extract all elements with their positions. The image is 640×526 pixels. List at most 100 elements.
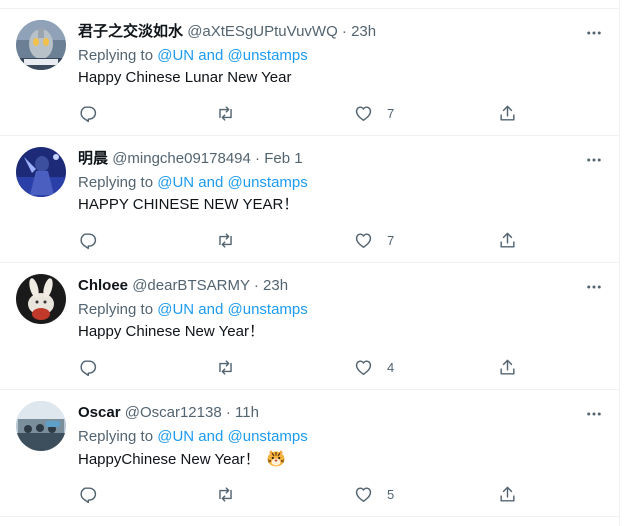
- avatar[interactable]: [16, 147, 66, 197]
- share-button[interactable]: [498, 228, 517, 252]
- tweet-header: 明晨 @mingche09178494 · Feb 1: [78, 149, 570, 169]
- mention-link[interactable]: @unstamps: [228, 428, 308, 445]
- timestamp[interactable]: 23h: [351, 23, 376, 40]
- reply-button[interactable]: [78, 355, 97, 379]
- reply-context: Replying to @UN and @unstamps: [78, 46, 308, 66]
- reply-icon: [80, 486, 97, 503]
- mention-link[interactable]: @unstamps: [228, 301, 308, 318]
- tweet-item[interactable]: Chloee @dearBTSARMY · 23h Replying to @U…: [0, 263, 620, 390]
- more-options-button[interactable]: [582, 402, 606, 426]
- display-name[interactable]: 明晨: [78, 150, 108, 167]
- reply-context: Replying to @UN and @unstamps: [78, 300, 308, 320]
- tweet-item[interactable]: Oscar @Oscar12138 · 11h Replying to @UN …: [0, 390, 620, 517]
- user-handle[interactable]: @aXtESgUPtuVuvWQ: [187, 23, 338, 40]
- retweet-icon: [219, 359, 232, 375]
- action-bar: 7: [78, 101, 538, 125]
- mention-and: and: [198, 174, 224, 191]
- separator-dot: ·: [225, 404, 231, 421]
- more-icon: [587, 31, 601, 35]
- separator-dot: ·: [341, 23, 347, 40]
- tweet-text: Happy Chinese New Year！: [78, 323, 264, 340]
- reply-prefix: Replying to: [78, 47, 154, 64]
- tiger-face-emoji-icon: [267, 450, 285, 467]
- mention-link[interactable]: @UN: [157, 174, 194, 191]
- like-count: 7: [387, 232, 395, 248]
- more-options-button[interactable]: [582, 148, 606, 172]
- mention-link[interactable]: @UN: [157, 47, 194, 64]
- like-button[interactable]: 4: [354, 355, 394, 379]
- share-button[interactable]: [498, 355, 517, 379]
- tweet-text: HAPPY CHINESE NEW YEAR！: [78, 196, 299, 213]
- tweet-text: Happy Chinese Lunar New Year: [78, 69, 292, 86]
- display-name[interactable]: Chloee: [78, 277, 128, 294]
- share-icon: [500, 486, 515, 502]
- display-name[interactable]: Oscar: [78, 404, 121, 421]
- timestamp[interactable]: 23h: [263, 277, 288, 294]
- heart-icon: [355, 232, 372, 248]
- like-count: 4: [387, 359, 395, 375]
- reply-button[interactable]: [78, 482, 97, 506]
- mention-and: and: [198, 301, 224, 318]
- more-icon: [587, 285, 601, 289]
- tweet-item[interactable]: 君子之交淡如水 @aXtESgUPtuVuvWQ · 23h Replying …: [0, 9, 620, 136]
- reply-timeline: 君子之交淡如水 @aXtESgUPtuVuvWQ · 23h Replying …: [0, 0, 620, 526]
- retweet-icon: [219, 486, 232, 502]
- retweet-button[interactable]: [216, 228, 235, 252]
- retweet-icon: [219, 105, 232, 121]
- mention-and: and: [198, 428, 224, 445]
- tweet-header: 君子之交淡如水 @aXtESgUPtuVuvWQ · 23h: [78, 22, 570, 42]
- action-bar: 5: [78, 482, 538, 506]
- reply-icon: [80, 232, 97, 249]
- share-button[interactable]: [498, 101, 517, 125]
- reply-icon: [80, 359, 97, 376]
- tweet-text-content: HappyChinese New Year！: [78, 451, 260, 468]
- share-icon: [500, 232, 515, 248]
- heart-icon: [355, 359, 372, 375]
- tweet-header: Oscar @Oscar12138 · 11h: [78, 403, 570, 423]
- more-options-button[interactable]: [582, 275, 606, 299]
- reply-prefix: Replying to: [78, 301, 154, 318]
- like-count: 5: [387, 486, 395, 502]
- heart-icon: [355, 486, 372, 502]
- retweet-button[interactable]: [216, 101, 235, 125]
- more-icon: [587, 158, 601, 162]
- reply-prefix: Replying to: [78, 428, 154, 445]
- tweet-text: HappyChinese New Year！: [78, 449, 286, 470]
- like-count: 7: [387, 105, 395, 121]
- mention-link[interactable]: @UN: [157, 428, 194, 445]
- retweet-button[interactable]: [216, 355, 235, 379]
- more-options-button[interactable]: [582, 21, 606, 45]
- user-handle[interactable]: @dearBTSARMY: [132, 277, 250, 294]
- mention-link[interactable]: @UN: [157, 301, 194, 318]
- action-bar: 4: [78, 355, 538, 379]
- action-bar: 7: [78, 228, 538, 252]
- like-button[interactable]: 5: [354, 482, 394, 506]
- like-button[interactable]: 7: [354, 101, 394, 125]
- tweet-item[interactable]: 明晨 @mingche09178494 · Feb 1 Replying to …: [0, 136, 620, 263]
- more-icon: [587, 412, 601, 416]
- timestamp[interactable]: 11h: [235, 404, 259, 421]
- avatar[interactable]: [16, 20, 66, 70]
- reply-prefix: Replying to: [78, 174, 154, 191]
- mention-and: and: [198, 47, 224, 64]
- like-button[interactable]: 7: [354, 228, 394, 252]
- mention-link[interactable]: @unstamps: [228, 47, 308, 64]
- display-name[interactable]: 君子之交淡如水: [78, 23, 183, 40]
- user-handle[interactable]: @Oscar12138: [125, 404, 222, 421]
- reply-button[interactable]: [78, 228, 97, 252]
- share-icon: [500, 105, 515, 121]
- share-icon: [500, 359, 515, 375]
- retweet-icon: [219, 232, 232, 248]
- user-handle[interactable]: @mingche09178494: [112, 150, 251, 167]
- separator-dot: ·: [255, 150, 261, 167]
- tweet-header: Chloee @dearBTSARMY · 23h: [78, 276, 570, 296]
- avatar[interactable]: [16, 401, 66, 451]
- mention-link[interactable]: @unstamps: [228, 174, 308, 191]
- avatar[interactable]: [16, 274, 66, 324]
- reply-button[interactable]: [78, 101, 97, 125]
- retweet-button[interactable]: [216, 482, 235, 506]
- heart-icon: [355, 105, 372, 121]
- share-button[interactable]: [498, 482, 517, 506]
- separator-dot: ·: [253, 277, 259, 294]
- timestamp[interactable]: Feb 1: [264, 150, 302, 167]
